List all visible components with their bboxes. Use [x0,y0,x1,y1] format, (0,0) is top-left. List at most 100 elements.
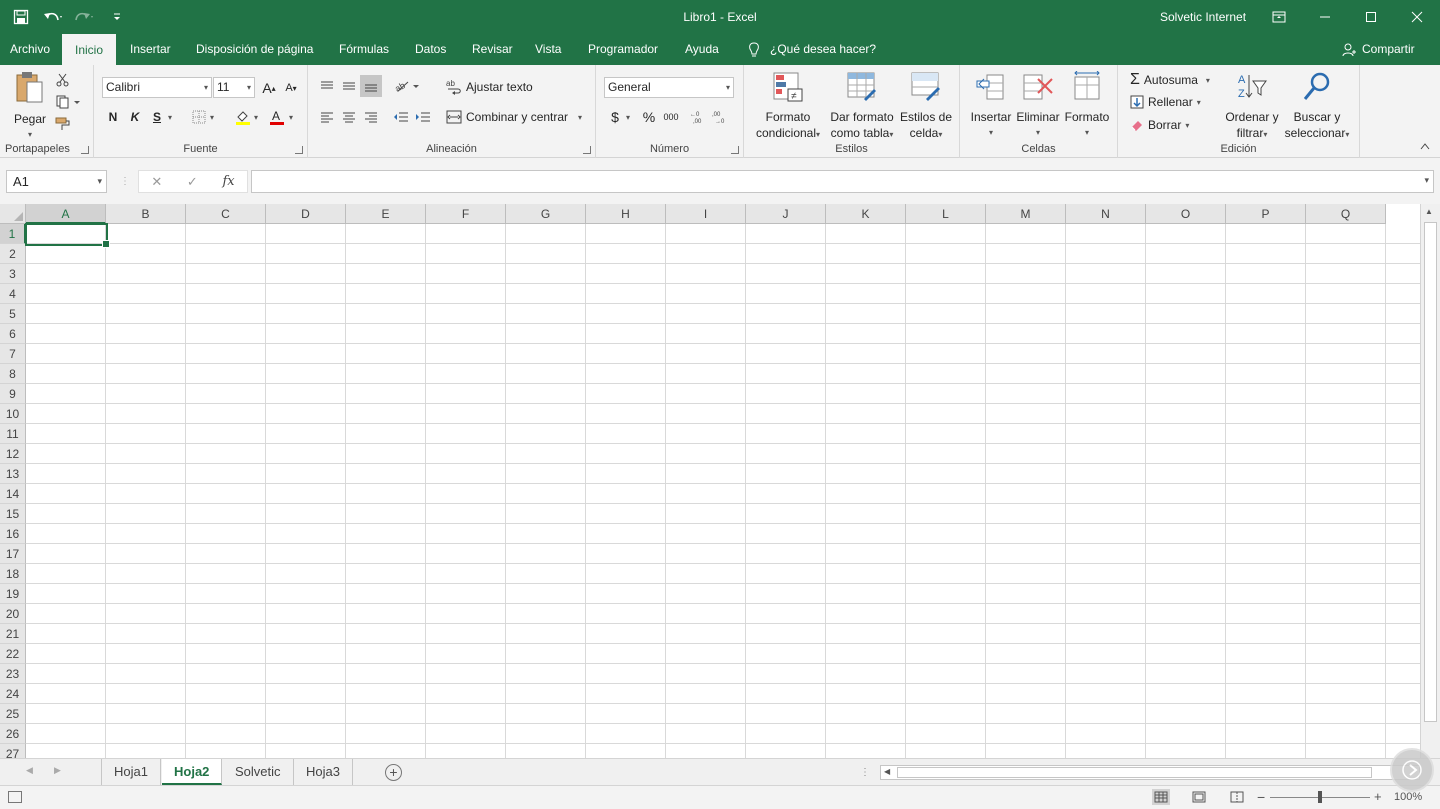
chevron-down-icon[interactable]: ▾ [206,106,218,128]
column-header[interactable]: G [506,204,586,224]
vertical-scroll-thumb[interactable] [1424,222,1437,722]
row-header[interactable]: 11 [0,424,26,444]
chevron-down-icon[interactable]: ▾ [285,106,297,128]
cell-area[interactable] [26,224,1420,758]
insert-function-button[interactable]: fx [222,174,234,189]
row-header[interactable]: 22 [0,644,26,664]
tab-ayuda[interactable]: Ayuda [677,34,727,65]
merge-center-button[interactable]: Combinar y centrar ▾ [446,110,582,124]
row-header[interactable]: 15 [0,504,26,524]
macro-record-icon[interactable] [8,791,22,803]
tab-archivo[interactable]: Archivo [2,34,58,65]
wrap-text-button[interactable]: ab Ajustar texto [446,79,533,95]
row-header[interactable]: 6 [0,324,26,344]
italic-button[interactable]: K [124,106,146,128]
row-header[interactable]: 23 [0,664,26,684]
font-name-combo[interactable]: Calibri ▾ [102,77,212,98]
page-break-preview-icon[interactable] [1228,789,1246,805]
row-header[interactable]: 10 [0,404,26,424]
user-name[interactable]: Solvetic Internet [1160,10,1246,24]
column-header[interactable]: J [746,204,826,224]
column-header[interactable]: E [346,204,426,224]
sheet-tab-hoja2[interactable]: Hoja2 [162,759,223,785]
format-painter-icon[interactable] [52,113,74,135]
font-launcher-icon[interactable] [295,146,303,154]
row-header[interactable]: 21 [0,624,26,644]
increase-font-icon[interactable]: A ▴ [258,77,280,99]
row-header[interactable]: 19 [0,584,26,604]
vertical-scrollbar[interactable]: ▲ [1420,204,1440,758]
format-as-table-button[interactable]: Dar formato como tabla▾ [826,71,898,143]
align-right-icon[interactable] [360,106,382,128]
tab-inicio[interactable]: Inicio [62,34,116,65]
prev-sheet-icon[interactable]: ◀ [26,765,33,776]
column-header[interactable]: P [1226,204,1306,224]
number-launcher-icon[interactable] [731,146,739,154]
thousands-button[interactable]: 000 [660,106,682,128]
tab-insertar[interactable]: Insertar [122,34,179,65]
align-center-icon[interactable] [338,106,360,128]
find-select-button[interactable]: Buscar y seleccionar▾ [1282,71,1352,143]
fill-button[interactable]: Rellenar ▾ [1130,95,1201,109]
save-icon[interactable] [8,6,34,28]
tab-splitter-icon[interactable]: ⋮ [860,767,870,778]
chevron-down-icon[interactable]: ▾ [250,106,262,128]
column-header[interactable]: M [986,204,1066,224]
scroll-up-icon[interactable]: ▲ [1425,207,1433,216]
select-all-button[interactable] [0,204,26,224]
zoom-level[interactable]: 100% [1394,791,1422,803]
column-header[interactable]: C [186,204,266,224]
column-header[interactable]: O [1146,204,1226,224]
column-header[interactable]: H [586,204,666,224]
cell-styles-button[interactable]: Estilos de celda▾ [898,71,954,143]
column-header[interactable]: L [906,204,986,224]
tab-datos[interactable]: Datos [407,34,454,65]
sheet-tab-hoja3[interactable]: Hoja3 [294,759,353,785]
name-box[interactable]: A1 ▾ [6,170,107,193]
decrease-decimal-icon[interactable]: ,00 →0 [710,106,732,128]
splitter-dots-icon[interactable]: ⋮ [120,176,130,187]
conditional-format-button[interactable]: ≠ Formato condicional▾ [750,71,826,143]
row-header[interactable]: 26 [0,724,26,744]
decrease-font-icon[interactable]: A ▾ [280,77,302,99]
row-header[interactable]: 2 [0,244,26,264]
collapse-ribbon-icon[interactable] [1414,135,1436,157]
column-header[interactable]: A [26,204,106,224]
sheet-tab-hoja1[interactable]: Hoja1 [101,759,161,785]
row-header[interactable]: 9 [0,384,26,404]
formula-input[interactable]: ▾ [251,170,1434,193]
sheet-tab-solvetic[interactable]: Solvetic [223,759,294,785]
tell-me-box[interactable]: ¿Qué desea hacer? [748,34,876,65]
tab-vista[interactable]: Vista [527,34,569,65]
column-header[interactable]: D [266,204,346,224]
ribbon-display-options-icon[interactable] [1256,0,1302,34]
number-format-combo[interactable]: General ▾ [604,77,734,98]
row-header[interactable]: 5 [0,304,26,324]
row-header[interactable]: 14 [0,484,26,504]
zoom-out-icon[interactable]: − [1257,789,1265,805]
cut-icon[interactable] [52,69,74,91]
tab-formulas[interactable]: Fórmulas [331,34,397,65]
chevron-down-icon[interactable]: ▾ [622,106,634,128]
clipboard-launcher-icon[interactable] [81,146,89,154]
add-sheet-icon[interactable]: + [385,764,402,781]
next-sheet-icon[interactable]: ▶ [54,765,61,776]
redo-icon[interactable] [72,6,98,28]
customize-qat-icon[interactable] [104,6,130,28]
row-header[interactable]: 16 [0,524,26,544]
column-header[interactable]: I [666,204,746,224]
expand-formula-bar-icon[interactable]: ▾ [1424,175,1429,186]
row-header[interactable]: 25 [0,704,26,724]
row-header[interactable]: 4 [0,284,26,304]
paste-button[interactable]: Pegar ▾ [8,71,52,143]
close-icon[interactable] [1394,0,1440,34]
row-header[interactable]: 8 [0,364,26,384]
horizontal-scrollbar[interactable]: ◀ [880,765,1420,780]
normal-view-icon[interactable] [1152,789,1170,805]
column-header[interactable]: F [426,204,506,224]
page-layout-icon[interactable] [1190,789,1208,805]
column-header[interactable]: Q [1306,204,1386,224]
delete-cells-button[interactable]: Eliminar ▾ [1014,71,1062,141]
orientation-icon[interactable]: ab [392,75,422,97]
zoom-in-icon[interactable]: + [1374,789,1382,804]
